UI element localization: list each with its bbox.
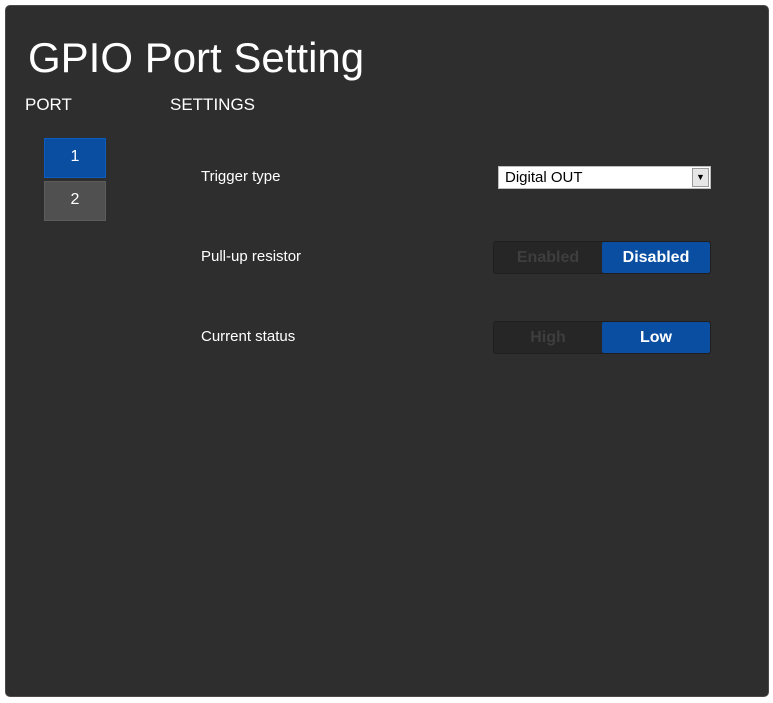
chevron-down-icon[interactable]: ▼ [692, 168, 709, 187]
pull-up-enabled-option[interactable]: Enabled [494, 242, 602, 273]
current-status-label: Current status [201, 328, 296, 345]
status-low-option[interactable]: Low [602, 322, 710, 353]
pull-up-resistor-toggle: Enabled Disabled [493, 241, 711, 274]
port-2-button[interactable]: 2 [44, 181, 106, 221]
trigger-type-select[interactable]: Digital OUT ▼ [498, 166, 711, 189]
pull-up-resistor-label: Pull-up resistor [201, 248, 302, 265]
settings-column-header: SETTINGS [170, 95, 256, 114]
trigger-type-label: Trigger type [201, 168, 281, 185]
current-status-toggle: High Low [493, 321, 711, 354]
port-column-header: PORT [25, 95, 72, 114]
page-title: GPIO Port Setting [28, 34, 365, 81]
port-1-button[interactable]: 1 [44, 138, 106, 178]
pull-up-disabled-option[interactable]: Disabled [602, 242, 710, 273]
gpio-port-setting-panel: GPIO Port Setting PORT SETTINGS 1 2 Trig… [5, 5, 769, 697]
trigger-type-value: Digital OUT [505, 169, 583, 186]
status-high-option[interactable]: High [494, 322, 602, 353]
